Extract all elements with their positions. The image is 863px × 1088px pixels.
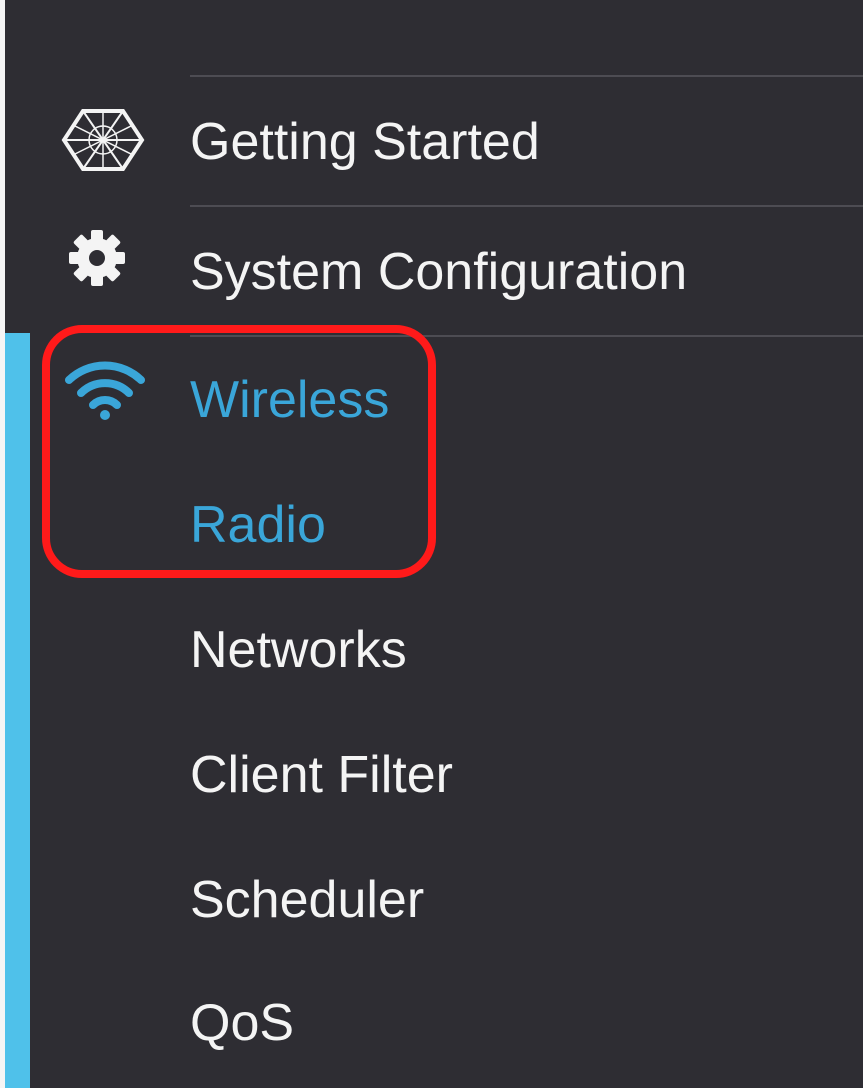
- divider: [190, 205, 863, 207]
- divider: [190, 75, 863, 77]
- nav-item-wireless[interactable]: Wireless: [0, 360, 863, 440]
- nav-item-label: Wireless: [190, 371, 390, 429]
- nav-item-system-configuration[interactable]: System Configuration: [0, 230, 863, 310]
- nav-item-label: Radio: [190, 496, 326, 554]
- gear-icon: [52, 226, 142, 290]
- active-section-indicator: [5, 333, 30, 1088]
- nav-item-label: Scheduler: [190, 871, 425, 929]
- wifi-icon: [60, 358, 150, 422]
- nav-item-networks[interactable]: Networks: [0, 610, 863, 690]
- network-globe-icon: [58, 108, 148, 172]
- nav-item-radio[interactable]: Radio: [0, 485, 863, 565]
- nav-item-label: QoS: [190, 994, 295, 1052]
- nav-item-label: Getting Started: [190, 113, 540, 171]
- sidebar-nav: Getting Started System Configuration Wir…: [0, 0, 863, 1088]
- nav-item-label: System Configuration: [190, 243, 688, 301]
- nav-item-getting-started[interactable]: Getting Started: [0, 100, 863, 180]
- nav-item-scheduler[interactable]: Scheduler: [0, 860, 863, 940]
- nav-item-qos[interactable]: QoS: [0, 985, 863, 1065]
- divider: [190, 335, 863, 337]
- nav-item-client-filter[interactable]: Client Filter: [0, 735, 863, 815]
- nav-item-label: Networks: [190, 621, 407, 679]
- nav-item-label: Client Filter: [190, 746, 453, 804]
